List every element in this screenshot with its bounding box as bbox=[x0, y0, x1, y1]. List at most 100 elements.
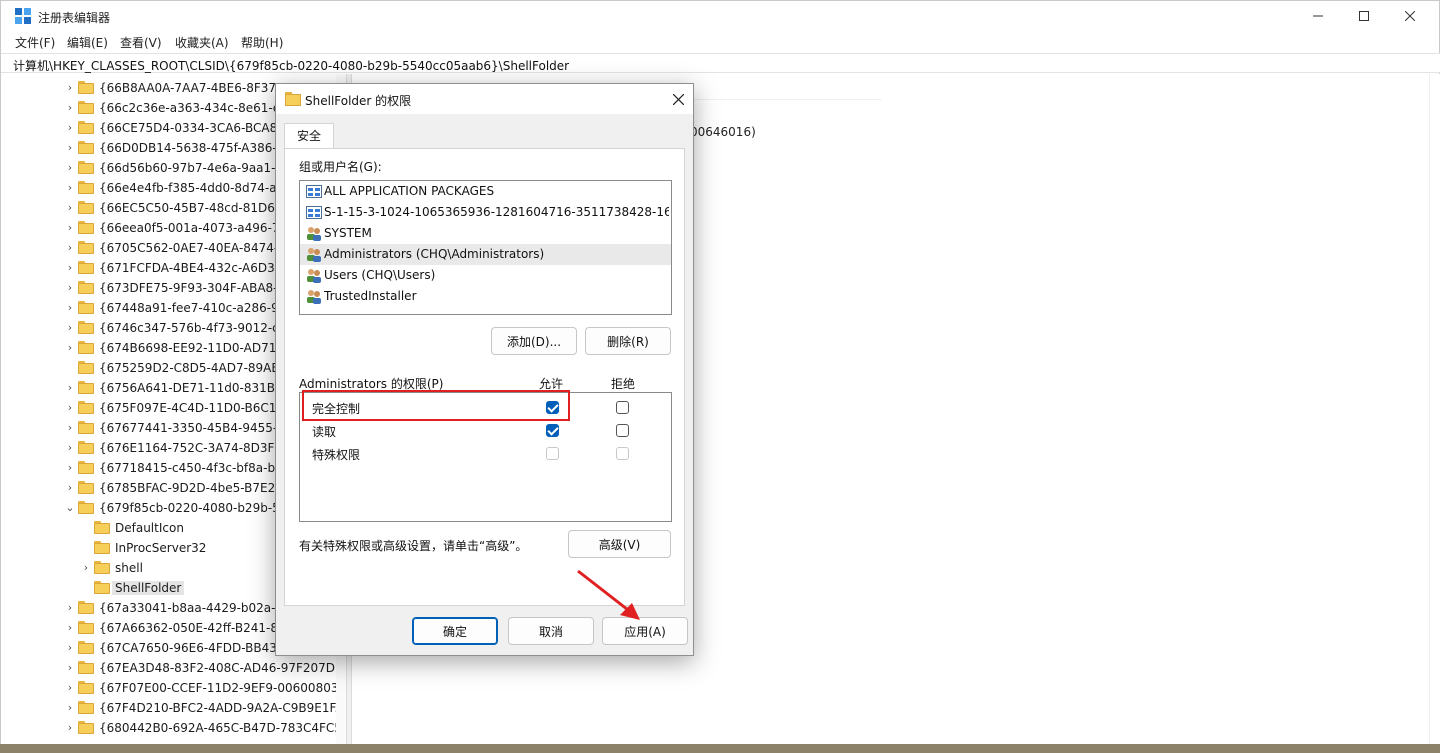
security-tab-panel: 组或用户名(G): ALL APPLICATION PACKAGES S-1-1… bbox=[284, 148, 685, 606]
folder-icon bbox=[94, 521, 110, 534]
tree-item-label: {67F07E00-CCEF-11D2-9EF9-006008039E... bbox=[99, 681, 346, 695]
tree-item-label: {67448a91-fee7-410c-a286-96... bbox=[99, 301, 298, 315]
read-deny-checkbox[interactable] bbox=[616, 424, 629, 437]
users-group-icon bbox=[307, 269, 321, 283]
chevron-right-icon[interactable]: › bbox=[65, 661, 75, 675]
read-allow-checkbox[interactable] bbox=[546, 424, 559, 437]
full-control-deny-checkbox[interactable] bbox=[616, 401, 629, 414]
tree-item[interactable]: › {67F07E00-CCEF-11D2-9EF9-006008039E... bbox=[1, 678, 346, 698]
values-scrollbar[interactable] bbox=[1429, 74, 1440, 745]
chevron-right-icon[interactable]: › bbox=[65, 421, 75, 435]
tree-item[interactable]: › {67F4D210-BFC2-4ADD-9A2A-C9B9E1F... bbox=[1, 698, 346, 718]
chevron-right-icon[interactable]: › bbox=[65, 241, 75, 255]
folder-icon bbox=[78, 461, 94, 474]
menu-bar: 文件(F) 编辑(E) 查看(V) 收藏夹(A) 帮助(H) bbox=[1, 31, 1439, 53]
tree-item-label: {675F097E-4C4D-11D0-B6C1-0... bbox=[99, 401, 300, 415]
address-path[interactable]: 计算机\HKEY_CLASSES_ROOT\CLSID\{679f85cb-02… bbox=[13, 57, 569, 74]
chevron-right-icon[interactable]: › bbox=[65, 321, 75, 335]
dialog-close-button[interactable] bbox=[663, 84, 693, 114]
chevron-right-icon[interactable]: › bbox=[65, 201, 75, 215]
folder-icon bbox=[78, 101, 94, 114]
tree-item-label: {67718415-c450-4f3c-bf8a-b48... bbox=[99, 461, 302, 475]
chevron-right-icon[interactable]: › bbox=[65, 221, 75, 235]
menu-edit[interactable]: 编辑(E) bbox=[67, 34, 108, 51]
tree-item-label: DefaultIcon bbox=[115, 521, 184, 535]
tree-item-label: {66d56b60-97b7-4e6a-9aa1-3c... bbox=[99, 161, 302, 175]
chevron-right-icon[interactable]: › bbox=[65, 121, 75, 135]
chevron-right-icon[interactable]: › bbox=[65, 441, 75, 455]
tree-item[interactable]: › {680442B0-692A-465C-B47D-783C4FC5... bbox=[1, 718, 346, 738]
chevron-right-icon[interactable]: › bbox=[65, 341, 75, 355]
chevron-right-icon[interactable]: › bbox=[65, 161, 75, 175]
menu-view[interactable]: 查看(V) bbox=[120, 34, 162, 51]
chevron-right-icon[interactable]: › bbox=[65, 641, 75, 655]
folder-icon bbox=[78, 161, 94, 174]
chevron-right-icon[interactable]: › bbox=[65, 681, 75, 695]
chevron-right-icon[interactable]: › bbox=[65, 281, 75, 295]
permission-name: 特殊权限 bbox=[312, 448, 361, 462]
highlight-box bbox=[302, 390, 570, 421]
chevron-right-icon[interactable]: › bbox=[65, 301, 75, 315]
permission-row-read: 读取 bbox=[300, 419, 671, 442]
chevron-right-icon[interactable]: › bbox=[65, 401, 75, 415]
folder-icon bbox=[78, 201, 94, 214]
address-bar[interactable]: 计算机\HKEY_CLASSES_ROOT\CLSID\{679f85cb-02… bbox=[1, 53, 1440, 73]
advanced-hint-text: 有关特殊权限或高级设置，请单击“高级”。 bbox=[299, 539, 528, 553]
list-item[interactable]: SYSTEM bbox=[300, 223, 671, 244]
tab-security[interactable]: 安全 bbox=[284, 123, 334, 149]
list-item[interactable]: S-1-15-3-1024-1065365936-1281604716-3511… bbox=[300, 202, 671, 223]
chevron-right-icon[interactable]: › bbox=[65, 181, 75, 195]
tree-item-label: {67F4D210-BFC2-4ADD-9A2A-C9B9E1F... bbox=[99, 701, 346, 715]
minimize-icon bbox=[1313, 15, 1323, 17]
add-button[interactable]: 添加(D)... bbox=[491, 327, 577, 355]
minimize-button[interactable] bbox=[1295, 1, 1341, 31]
list-item[interactable]: ALL APPLICATION PACKAGES bbox=[300, 181, 671, 202]
chevron-down-icon[interactable]: ⌄ bbox=[65, 501, 75, 515]
tree-item-label: {67EA3D48-83F2-408C-AD46-97F207D7... bbox=[99, 661, 346, 675]
dialog-title: ShellFolder 的权限 bbox=[305, 94, 412, 108]
watermark: @稀土掘金技术社区 bbox=[1258, 714, 1412, 733]
tree-item-label: {66e4e4fb-f385-4dd0-8d74-a2... bbox=[99, 181, 296, 195]
tree-item-label: {676E1164-752C-3A74-8D3F-B... bbox=[99, 441, 299, 455]
tree-item-label: shell bbox=[115, 561, 143, 575]
folder-icon bbox=[78, 681, 94, 694]
maximize-button[interactable] bbox=[1341, 1, 1387, 31]
remove-button[interactable]: 删除(R) bbox=[585, 327, 671, 355]
principal-name: TrustedInstaller bbox=[324, 289, 417, 303]
tree-item-label: {66eea0f5-001a-4073-a496-78... bbox=[99, 221, 299, 235]
menu-favorites[interactable]: 收藏夹(A) bbox=[175, 34, 229, 51]
menu-help[interactable]: 帮助(H) bbox=[241, 34, 283, 51]
tree-item-label: {675259D2-C8D5-4AD7-89AE-E... bbox=[99, 361, 303, 375]
chevron-right-icon[interactable]: › bbox=[65, 141, 75, 155]
chevron-right-icon[interactable]: › bbox=[65, 261, 75, 275]
chevron-right-icon[interactable]: › bbox=[65, 621, 75, 635]
folder-icon bbox=[78, 301, 94, 314]
chevron-right-icon[interactable]: › bbox=[65, 461, 75, 475]
folder-icon bbox=[78, 261, 94, 274]
chevron-right-icon[interactable]: › bbox=[65, 721, 75, 735]
chevron-right-icon[interactable]: › bbox=[81, 561, 91, 575]
list-item-selected[interactable]: Administrators (CHQ\Administrators) bbox=[300, 244, 671, 265]
tree-item-label: {680442B0-692A-465C-B47D-783C4FC5... bbox=[99, 721, 346, 735]
chevron-right-icon[interactable]: › bbox=[65, 81, 75, 95]
chevron-right-icon[interactable]: › bbox=[65, 701, 75, 715]
chevron-right-icon[interactable]: › bbox=[65, 101, 75, 115]
users-group-icon bbox=[307, 248, 321, 262]
close-button[interactable] bbox=[1387, 1, 1433, 31]
chevron-right-icon[interactable]: › bbox=[65, 381, 75, 395]
chevron-right-icon[interactable]: › bbox=[65, 481, 75, 495]
menu-file[interactable]: 文件(F) bbox=[15, 34, 55, 51]
list-item[interactable]: Users (CHQ\Users) bbox=[300, 265, 671, 286]
list-item[interactable]: TrustedInstaller bbox=[300, 286, 671, 307]
principals-list[interactable]: ALL APPLICATION PACKAGES S-1-15-3-1024-1… bbox=[299, 180, 672, 315]
advanced-button[interactable]: 高级(V) bbox=[568, 530, 671, 558]
ok-button[interactable]: 确定 bbox=[412, 617, 498, 645]
folder-icon bbox=[78, 401, 94, 414]
folder-icon bbox=[78, 601, 94, 614]
permission-name: 读取 bbox=[312, 425, 337, 439]
close-icon bbox=[672, 93, 684, 105]
value-data-partial: 00646016) bbox=[690, 125, 756, 139]
tree-item[interactable]: › {67EA3D48-83F2-408C-AD46-97F207D7... bbox=[1, 658, 346, 678]
desktop-strip bbox=[0, 744, 1440, 753]
chevron-right-icon[interactable]: › bbox=[65, 601, 75, 615]
